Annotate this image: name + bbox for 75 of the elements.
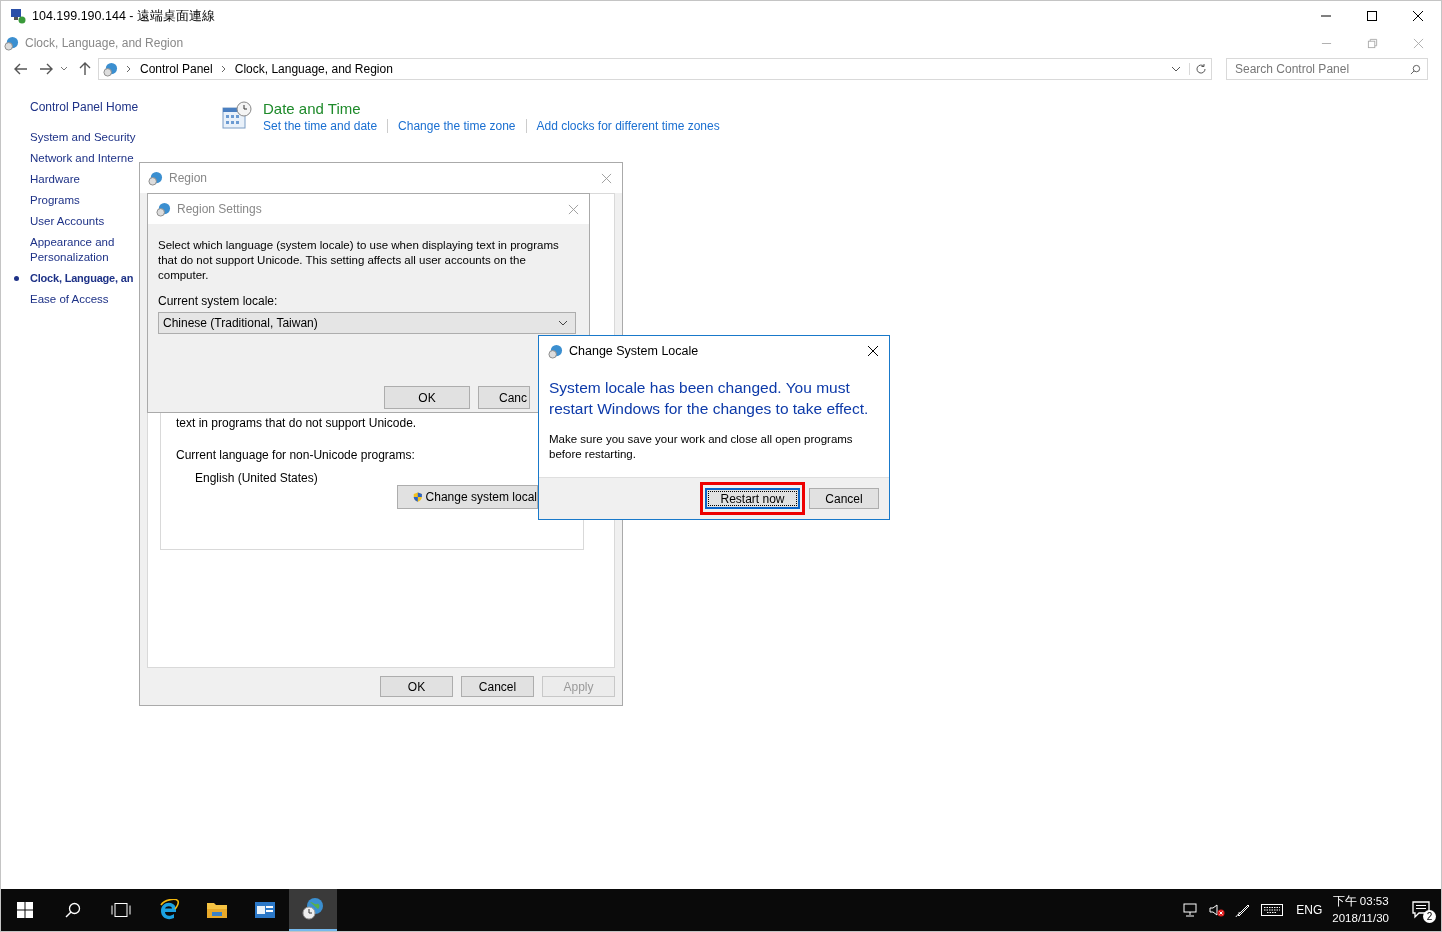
- sidebar-item[interactable]: Network and Interne: [14, 151, 138, 166]
- refresh-icon[interactable]: [1189, 63, 1207, 75]
- pen-icon[interactable]: [1235, 902, 1252, 918]
- address-bar[interactable]: Control Panel Clock, Language, and Region: [98, 58, 1212, 80]
- dropdown-caret-icon[interactable]: [60, 66, 68, 72]
- dialog-button[interactable]: OK: [380, 676, 453, 697]
- breadcrumb-item[interactable]: Control Panel: [140, 62, 213, 76]
- window-title: 104.199.190.144 - 遠端桌面連線: [32, 7, 215, 25]
- sidebar-item[interactable]: Appearance and Personalization: [14, 235, 138, 265]
- field-label: Current language for non-Unicode programs:: [176, 448, 415, 462]
- chevron-icon: [220, 65, 227, 73]
- task-link[interactable]: Set the time and date: [263, 119, 388, 133]
- dialog-heading: System locale has been changed. You must restart Windows for the changes to take effect.: [548, 378, 870, 419]
- windows-logo-icon: [17, 902, 33, 918]
- field-value: English (United States): [195, 471, 318, 485]
- window-app-icon: [254, 901, 276, 919]
- chevron-icon: [126, 65, 132, 73]
- close-icon[interactable]: [1412, 10, 1424, 22]
- forward-arrow-icon[interactable]: [39, 63, 53, 75]
- dialog-button[interactable]: Canc: [478, 386, 530, 409]
- search-icon: [1410, 64, 1421, 75]
- change-locale-button[interactable]: Change system local: [397, 485, 538, 509]
- window-title: Clock, Language, and Region: [25, 36, 184, 50]
- maximize-icon[interactable]: [1366, 10, 1378, 22]
- globe-clock-icon: [103, 61, 118, 77]
- dropdown-caret-icon: [558, 320, 568, 326]
- sidebar-item[interactable]: Hardware: [14, 172, 138, 187]
- globe-clock-icon: [4, 35, 19, 51]
- breadcrumb-item[interactable]: Clock, Language, and Region: [234, 62, 393, 76]
- task-view-icon: [111, 902, 131, 918]
- category-title[interactable]: Date and Time: [263, 100, 730, 117]
- globe-clock-icon: [301, 897, 325, 921]
- browser-e-icon: [158, 899, 180, 921]
- notification-count: 2: [1423, 910, 1436, 923]
- folder-icon: [206, 900, 228, 920]
- back-arrow-icon[interactable]: [14, 63, 28, 75]
- dialog-title: Change System Locale: [569, 344, 699, 358]
- globe-clock-icon: [148, 170, 163, 186]
- keyboard-icon[interactable]: [1261, 904, 1284, 916]
- clock[interactable]: 下午 03:53 2018/11/30: [1332, 893, 1389, 927]
- dialog-button[interactable]: Cancel: [461, 676, 534, 697]
- message-icon: [1412, 901, 1430, 919]
- field-label: Current system locale:: [158, 294, 279, 308]
- shield-icon: [413, 490, 423, 504]
- description-text: text in programs that do not support Unicode.: [176, 416, 417, 430]
- task-link[interactable]: Change the time zone: [387, 119, 526, 133]
- dialog-button[interactable]: OK: [384, 386, 470, 409]
- globe-clock-icon: [548, 343, 563, 359]
- notification-button[interactable]: 2: [1401, 889, 1441, 931]
- search-icon: [65, 902, 81, 918]
- remote-desktop-icon: [10, 8, 26, 24]
- task-link[interactable]: Add clocks for different time zones: [525, 119, 730, 133]
- dialog-button[interactable]: Cancel: [809, 488, 879, 509]
- globe-clock-icon: [156, 201, 171, 217]
- dropdown-caret-icon[interactable]: [1171, 65, 1181, 73]
- locale-dropdown[interactable]: Chinese (Traditional, Taiwan): [158, 312, 576, 334]
- dialog-button[interactable]: Restart now: [705, 488, 800, 509]
- dialog-title: Region: [169, 171, 208, 185]
- sidebar-item[interactable]: Clock, Language, an: [14, 271, 139, 286]
- dialog-message: Make sure you save your work and close all open programs before restarting.: [548, 432, 854, 462]
- search-field[interactable]: Search Control Panel: [1226, 58, 1428, 80]
- sidebar-item[interactable]: User Accounts: [14, 214, 138, 229]
- dialog-title: Region Settings: [177, 202, 262, 216]
- network-icon[interactable]: [1183, 903, 1200, 917]
- sidebar-link[interactable]: Control Panel Home: [30, 100, 191, 114]
- sidebar-item[interactable]: System and Security: [14, 130, 138, 145]
- volume-muted-icon[interactable]: [1209, 903, 1226, 917]
- sidebar-item[interactable]: Programs: [14, 193, 138, 208]
- sidebar-item[interactable]: Ease of Access: [14, 292, 138, 307]
- description-text: Select which language (system locale) to use when displaying text in programs that do not support Unicode. This setting affects all user accounts on the computer.: [158, 238, 560, 283]
- up-arrow-icon[interactable]: [79, 62, 91, 76]
- taskbar-button[interactable]: [289, 889, 337, 931]
- calendar-clock-icon: [221, 100, 253, 132]
- language-indicator[interactable]: ENG: [1296, 903, 1323, 917]
- close-icon[interactable]: [867, 345, 879, 357]
